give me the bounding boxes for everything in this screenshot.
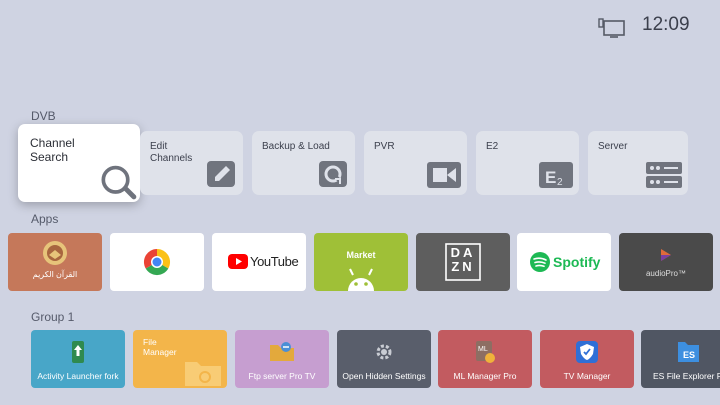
svg-text:ES: ES <box>683 350 695 360</box>
gear-icon <box>376 344 392 360</box>
dvb-label: Channel Search <box>30 136 75 164</box>
es-explorer-icon: ES <box>678 342 699 362</box>
dvb-edit-channels[interactable]: Edit Channels <box>140 131 243 195</box>
app-quran[interactable]: القرآن الكريم <box>8 233 102 291</box>
status-bar: 12:09 <box>0 12 720 42</box>
section-title-group1: Group 1 <box>31 310 75 324</box>
app-label: audioPro™ <box>645 269 687 278</box>
quran-icon <box>43 241 67 265</box>
dvb-label: Backup & Load <box>262 141 330 152</box>
tile-ftp-server[interactable]: Ftp server Pro TV <box>235 330 329 388</box>
spotify-icon <box>530 252 550 272</box>
dvb-label: PVR <box>374 141 395 152</box>
tile-label: ES File Explorer Pro <box>653 371 720 381</box>
folder-icon <box>185 362 221 386</box>
tile-label: ML Manager Pro <box>453 371 517 381</box>
tile-ml-manager[interactable]: ML ML Manager Pro <box>438 330 532 388</box>
app-label: Market <box>346 250 376 260</box>
dvb-label: E2 <box>486 141 499 152</box>
app-label-dazn: DAZN <box>416 246 510 274</box>
tile-label: File Manager <box>143 337 177 357</box>
dvb-channel-search[interactable]: Channel Search <box>18 124 140 202</box>
dvb-backup-load[interactable]: Backup & Load <box>252 131 355 195</box>
tv-input-icon <box>598 18 625 38</box>
restore-icon <box>319 161 347 187</box>
app-market[interactable]: Market <box>314 233 408 291</box>
svg-text:E: E <box>545 168 556 187</box>
youtube-icon <box>228 254 248 269</box>
tile-label: TV Manager <box>563 371 611 381</box>
app-label: Spotify <box>553 254 601 270</box>
app-label: DAZN <box>450 245 476 274</box>
tile-file-manager[interactable]: File Manager <box>133 330 227 388</box>
section-title-dvb: DVB <box>31 109 56 123</box>
tile-label: Activity Launcher fork <box>37 371 119 381</box>
activity-launcher-icon <box>72 341 84 363</box>
dvb-server[interactable]: Server <box>588 131 688 195</box>
e2-icon: E 2 <box>539 162 573 188</box>
search-icon <box>101 165 137 200</box>
tile-activity-launcher[interactable]: Activity Launcher fork <box>31 330 125 388</box>
app-youtube[interactable]: YouTube <box>212 233 306 291</box>
edit-icon <box>207 161 235 187</box>
svg-text:2: 2 <box>557 177 563 188</box>
app-chrome[interactable] <box>110 233 204 291</box>
android-icon <box>348 268 374 291</box>
app-spotify[interactable]: Spotify <box>517 233 611 291</box>
server-icon <box>646 162 682 188</box>
tile-open-hidden-settings[interactable]: Open Hidden Settings <box>337 330 431 388</box>
section-title-apps: Apps <box>31 212 59 226</box>
video-camera-icon <box>427 162 461 188</box>
chrome-icon <box>143 248 171 276</box>
ftp-icon <box>270 342 294 361</box>
audiopro-icon <box>661 249 671 261</box>
dvb-label: Server <box>598 141 628 152</box>
tile-tv-manager[interactable]: TV Manager <box>540 330 634 388</box>
app-label: القرآن الكريم <box>32 270 78 279</box>
svg-text:ML: ML <box>478 346 488 353</box>
ml-manager-icon: ML <box>476 341 495 363</box>
app-dazn[interactable]: DAZN <box>416 233 510 291</box>
app-audiopro[interactable]: audioPro™ <box>619 233 713 291</box>
tile-es-file-explorer[interactable]: ES ES File Explorer Pro <box>641 330 720 388</box>
clock: 12:09 <box>642 14 690 35</box>
tile-label: Open Hidden Settings <box>342 371 426 381</box>
tile-label: Ftp server Pro TV <box>248 371 316 381</box>
dvb-e2[interactable]: E2 E 2 <box>476 131 579 195</box>
shield-icon <box>576 341 598 363</box>
dvb-label: Edit Channels <box>150 141 193 164</box>
app-label: YouTube <box>250 254 299 269</box>
dvb-pvr[interactable]: PVR <box>364 131 467 195</box>
